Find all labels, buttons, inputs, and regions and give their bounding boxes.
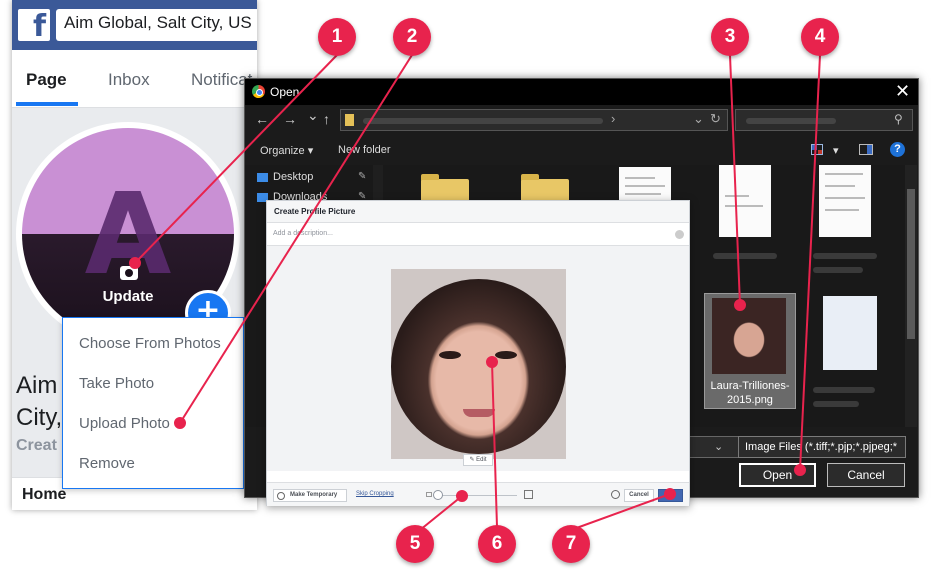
edit-button[interactable]: ✎ Edit xyxy=(463,454,493,466)
file-name-blurred xyxy=(813,253,877,259)
folder-icon xyxy=(345,114,354,126)
view-dropdown-chevron-icon[interactable]: ▾ xyxy=(833,144,839,157)
cpp-title: Create Profile Picture xyxy=(274,207,356,216)
zoom-slider[interactable] xyxy=(437,495,517,496)
active-tab-indicator xyxy=(16,102,78,106)
forward-arrow-icon[interactable]: → xyxy=(283,111,297,127)
make-temporary-label: Make Temporary xyxy=(290,492,338,498)
menu-item-remove[interactable]: Remove xyxy=(79,455,135,472)
skip-cropping-link[interactable]: Skip Cropping xyxy=(356,491,394,497)
zoom-in-image-icon xyxy=(524,490,533,499)
file-name-blurred xyxy=(813,387,875,393)
page-name-line-1: Aim xyxy=(16,372,58,399)
view-options-icon[interactable] xyxy=(811,144,823,155)
photo-thumbnail[interactable] xyxy=(712,298,786,374)
close-icon[interactable]: ✕ xyxy=(895,81,910,102)
menu-item-upload-photo[interactable]: Upload Photo xyxy=(79,415,170,432)
callout-1: 1 xyxy=(318,18,356,56)
create-label: Creat xyxy=(16,437,57,454)
search-icon[interactable]: ⚲ xyxy=(894,112,903,126)
crop-circle[interactable] xyxy=(391,279,566,454)
file-name-blurred xyxy=(813,267,863,273)
photo-detail xyxy=(463,409,495,417)
search-placeholder-blurred xyxy=(746,118,836,124)
facebook-logo-icon[interactable]: f xyxy=(18,9,50,44)
avatar-letter: A xyxy=(84,170,172,300)
cpp-header: Create Profile Picture xyxy=(267,201,689,223)
dialog-title: Open xyxy=(270,85,300,99)
callout-7: 7 xyxy=(552,525,590,563)
sidebar-item-desktop[interactable]: Desktop xyxy=(273,171,313,183)
search-input[interactable]: Aim Global, Salt City, US xyxy=(56,9,257,41)
tab-page[interactable]: Page xyxy=(26,70,67,90)
callout-4: 4 xyxy=(801,18,839,56)
pin-icon: ✎ xyxy=(358,171,367,182)
document-thumbnail[interactable] xyxy=(819,165,871,237)
callout-5: 5 xyxy=(396,525,434,563)
make-temporary-button[interactable]: Make Temporary xyxy=(273,489,347,502)
emoji-icon[interactable] xyxy=(675,230,684,239)
new-folder-button[interactable]: New folder xyxy=(338,144,391,156)
address-bar[interactable]: › ⌄ ↻ xyxy=(340,109,728,131)
tab-inbox[interactable]: Inbox xyxy=(108,70,150,90)
clock-icon xyxy=(277,492,285,500)
passport-image-thumbnail[interactable] xyxy=(823,296,877,370)
dialog-title-bar: Open ✕ xyxy=(245,79,918,105)
zoom-out-image-icon xyxy=(426,492,432,497)
camera-icon[interactable] xyxy=(120,266,138,280)
preview-pane-icon[interactable] xyxy=(859,144,873,155)
menu-item-take-photo[interactable]: Take Photo xyxy=(79,375,154,392)
open-button[interactable]: Open xyxy=(739,463,816,487)
update-photo-menu: Choose From Photos Take Photo Upload Pho… xyxy=(62,317,244,489)
save-button[interactable] xyxy=(658,489,683,502)
crop-area[interactable] xyxy=(391,269,566,459)
page-tabs: Page Inbox Notificat xyxy=(12,50,257,108)
photo-detail xyxy=(439,351,461,359)
edit-label: Edit xyxy=(476,457,487,463)
file-name-blurred xyxy=(713,253,777,259)
file-name-blurred xyxy=(813,401,859,407)
facebook-top-bar: f Aim Global, Salt City, US xyxy=(12,0,257,50)
document-thumbnail[interactable] xyxy=(719,165,771,237)
dialog-toolbar: Organize ▾ New folder ▾ ? xyxy=(245,137,918,165)
page-name-line-2: City, xyxy=(16,404,63,431)
crop-stage: ✎ Edit xyxy=(267,245,689,471)
callout-2: 2 xyxy=(393,18,431,56)
cpp-cancel-button[interactable]: Cancel xyxy=(624,489,654,502)
menu-item-choose-from-photos[interactable]: Choose From Photos xyxy=(79,335,221,352)
chevron-right-icon: › xyxy=(611,111,616,126)
selected-file-name[interactable]: Laura-Trilliones-2015.png xyxy=(704,379,796,407)
zoom-slider-handle[interactable] xyxy=(433,490,443,500)
globe-icon[interactable] xyxy=(611,490,620,499)
chrome-icon xyxy=(252,85,265,98)
cancel-button[interactable]: Cancel xyxy=(827,463,905,487)
help-icon[interactable]: ? xyxy=(890,142,905,157)
cpp-footer: Make Temporary Skip Cropping Cancel xyxy=(267,482,689,506)
scrollbar-thumb[interactable] xyxy=(907,189,915,339)
search-folder-input[interactable]: ⚲ xyxy=(735,109,913,131)
up-arrow-icon[interactable]: ↑ xyxy=(323,111,330,127)
address-path-blurred xyxy=(363,118,603,124)
organize-menu[interactable]: Organize ▾ xyxy=(260,144,313,157)
navigation-bar: ← → ⌄ ↑ › ⌄ ↻ ⚲ xyxy=(245,105,918,137)
create-profile-picture-dialog: Create Profile Picture Add a description… xyxy=(266,200,690,506)
callout-6: 6 xyxy=(478,525,516,563)
photo-detail xyxy=(495,351,517,359)
file-type-select[interactable]: Image Files (*.tiff;*.pjp;*.pjpeg;* xyxy=(738,436,906,458)
recent-locations-chevron-icon[interactable]: ⌄ xyxy=(307,107,319,124)
callout-3: 3 xyxy=(711,18,749,56)
refresh-icon[interactable]: ↻ xyxy=(710,111,721,127)
back-arrow-icon[interactable]: ← xyxy=(255,111,269,127)
description-input[interactable]: Add a description... xyxy=(273,230,333,237)
desktop-icon xyxy=(257,173,268,182)
chevron-down-icon[interactable]: ⌄ xyxy=(693,111,704,127)
home-label[interactable]: Home xyxy=(22,486,66,504)
page-name: Aim City, xyxy=(16,370,62,434)
